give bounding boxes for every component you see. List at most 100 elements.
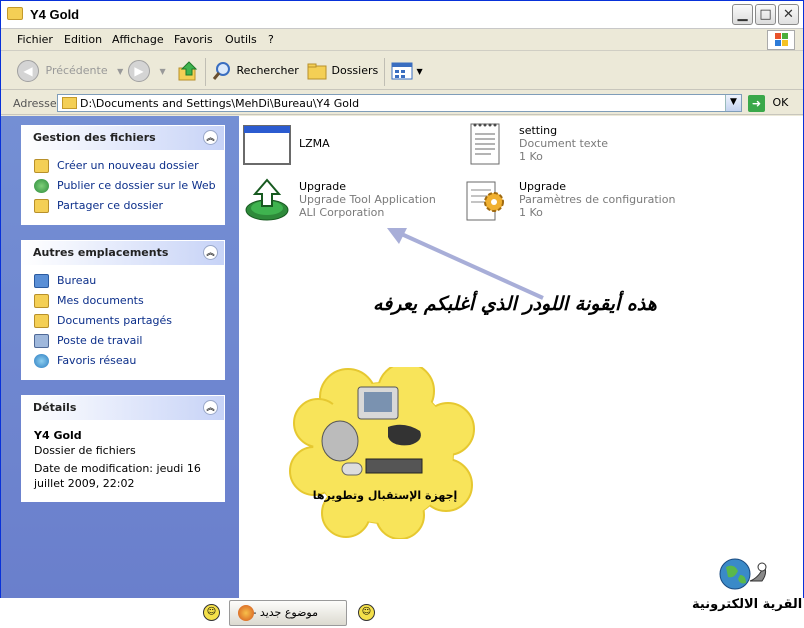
application-window-icon <box>243 122 291 168</box>
task-new-folder[interactable]: Créer un nouveau dossier <box>34 156 224 176</box>
search-label: Rechercher <box>236 64 299 77</box>
file-description: Upgrade Tool Application <box>299 193 436 206</box>
details-header[interactable]: Détails ︽ <box>22 396 224 420</box>
file-size: 1 Ko <box>519 206 543 219</box>
maximize-button[interactable]: □ <box>755 4 776 25</box>
up-folder-button[interactable] <box>177 60 199 82</box>
panel-title: Détails <box>33 401 77 414</box>
place-desktop[interactable]: Bureau <box>34 271 224 291</box>
file-item-upgrade-config[interactable]: Upgrade Paramètres de configuration 1 Ko <box>463 178 713 224</box>
collapse-chevron-icon[interactable]: ︽ <box>203 400 218 415</box>
address-value: D:\Documents and Settings\MehDi\Bureau\Y… <box>80 97 360 110</box>
brand-globe-icon <box>718 557 774 591</box>
place-label: Bureau <box>57 274 97 287</box>
shared-folder-icon <box>34 314 49 328</box>
menu-bar: Fichier Edition Affichage Favoris Outils… <box>1 29 803 51</box>
file-tasks-header[interactable]: Gestion des fichiers ︽ <box>22 126 224 150</box>
menu-help[interactable]: ? <box>268 33 274 46</box>
brand-text: القرية الالكترونية <box>692 597 803 612</box>
place-shared-documents[interactable]: Documents partagés <box>34 311 224 331</box>
file-name: setting <box>519 124 558 137</box>
details-type: Dossier de fichiers <box>34 444 136 457</box>
menu-affichage[interactable]: Affichage <box>112 33 164 46</box>
place-label: Mes documents <box>57 294 144 307</box>
toolbar: ◀ Précédente ▼ ▶ ▼ Rechercher Dossiers ▼ <box>1 52 803 90</box>
dropdown-arrow-icon: ▼ <box>159 67 166 76</box>
other-places-panel: Autres emplacements ︽ Bureau Mes documen… <box>21 240 225 380</box>
file-name: Upgrade <box>299 180 347 193</box>
new-folder-icon <box>34 159 49 173</box>
search-icon <box>212 62 230 80</box>
search-button[interactable]: Rechercher <box>211 60 299 82</box>
file-item-setting[interactable]: setting Document texte 1 Ko <box>463 122 693 168</box>
folders-icon <box>307 63 327 80</box>
bottom-strip <box>0 598 804 628</box>
place-my-computer[interactable]: Poste de travail <box>34 331 224 351</box>
address-input[interactable]: D:\Documents and Settings\MehDi\Bureau\Y… <box>57 94 742 112</box>
windows-logo-icon <box>767 30 795 50</box>
task-publish-web[interactable]: Publier ce dossier sur le Web <box>34 176 224 196</box>
address-dropdown-button[interactable]: ▼ <box>725 95 741 111</box>
config-settings-icon <box>463 178 511 224</box>
task-pane: Gestion des fichiers ︽ Créer un nouveau … <box>1 116 239 598</box>
dropdown-arrow-icon: ▼ <box>416 67 423 76</box>
toolbar-separator <box>205 58 206 86</box>
place-label: Documents partagés <box>57 314 172 327</box>
receiver-logo-icon <box>289 362 475 540</box>
panel-title: Autres emplacements <box>33 246 169 259</box>
minimize-button[interactable]: ▁ <box>732 4 753 25</box>
folder-icon <box>7 7 23 20</box>
menu-edition[interactable]: Edition <box>64 33 102 46</box>
text-document-icon <box>463 122 511 168</box>
file-tasks-panel: Gestion des fichiers ︽ Créer un nouveau … <box>21 125 225 225</box>
publish-globe-icon <box>34 179 49 193</box>
dropdown-arrow-icon: ▼ <box>117 67 124 76</box>
back-label: Précédente <box>45 64 108 77</box>
toolbar-separator <box>384 58 385 86</box>
address-label: Adresse <box>13 97 57 110</box>
panel-title: Gestion des fichiers <box>33 131 156 144</box>
network-globe-icon <box>34 354 49 368</box>
go-label: OK <box>772 96 789 109</box>
other-places-header[interactable]: Autres emplacements ︽ <box>22 241 224 265</box>
smiley-icon: ☺ <box>203 604 220 621</box>
window-title: Y4 Gold <box>30 7 80 22</box>
details-modified: Date de modification: jeudi 16 juillet 2… <box>34 462 201 490</box>
back-button[interactable]: ◀ Précédente ▼ <box>17 60 123 82</box>
place-label: Favoris réseau <box>57 354 137 367</box>
collapse-chevron-icon[interactable]: ︽ <box>203 245 218 260</box>
desktop-icon <box>34 274 49 288</box>
file-item-upgrade-exe[interactable]: Upgrade Upgrade Tool Application ALI Cor… <box>243 178 453 224</box>
go-button[interactable]: ➜ OK <box>748 94 788 112</box>
smiley-icon: ☺ <box>358 604 375 621</box>
address-bar: Adresse D:\Documents and Settings\MehDi\… <box>1 91 803 115</box>
cloud-logo: إجهزة الإستقبال وتطويرها <box>288 362 478 540</box>
go-arrow-icon: ➜ <box>748 94 765 112</box>
close-button[interactable]: ✕ <box>778 4 799 25</box>
explorer-window: Y4 Gold ▁ □ ✕ Fichier Edition Affichage … <box>0 0 804 598</box>
menu-outils[interactable]: Outils <box>225 33 257 46</box>
collapse-chevron-icon[interactable]: ︽ <box>203 130 218 145</box>
up-folder-icon <box>178 61 198 81</box>
file-company: ALI Corporation <box>299 206 385 219</box>
folders-label: Dossiers <box>331 64 379 77</box>
firefox-icon <box>238 605 254 621</box>
place-label: Poste de travail <box>57 334 143 347</box>
annotation-caption: هذه أيقونة اللودر الذي أغلبكم يعرفه <box>373 293 657 315</box>
task-share-folder[interactable]: Partager ce dossier <box>34 196 224 216</box>
details-name: Y4 Gold <box>34 429 82 442</box>
file-type: Paramètres de configuration <box>519 193 676 206</box>
menu-fichier[interactable]: Fichier <box>17 33 53 46</box>
forward-button[interactable]: ▶ ▼ <box>128 60 166 82</box>
cloud-logo-text: إجهزة الإستقبال وتطويرها <box>312 489 458 502</box>
place-network[interactable]: Favoris réseau <box>34 351 224 371</box>
title-bar[interactable]: Y4 Gold ▁ □ ✕ <box>1 1 803 29</box>
place-my-documents[interactable]: Mes documents <box>34 291 224 311</box>
file-item-lzma[interactable]: LZMA <box>243 122 443 168</box>
details-panel: Détails ︽ Y4 Gold Dossier de fichiers Da… <box>21 395 225 502</box>
file-size: 1 Ko <box>519 150 543 163</box>
views-button[interactable]: ▼ <box>391 60 423 82</box>
folders-button[interactable]: Dossiers <box>306 60 378 82</box>
menu-favoris[interactable]: Favoris <box>174 33 213 46</box>
taskbar-button[interactable]: موضوع جديد -... <box>229 600 347 626</box>
